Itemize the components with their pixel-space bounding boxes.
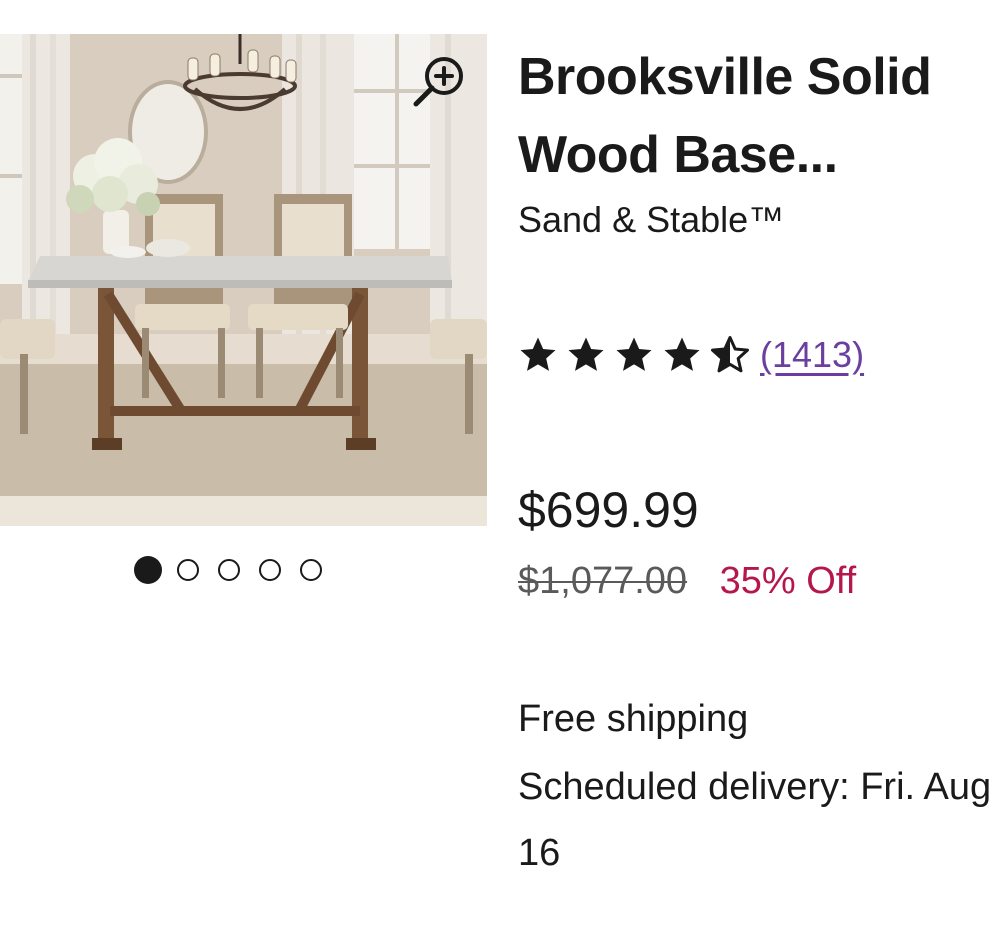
star-full-icon <box>520 337 556 371</box>
discount-badge: 35% Off <box>719 560 857 602</box>
pagination-dot-5[interactable] <box>300 559 322 581</box>
shipping-info: Free shipping <box>518 698 749 740</box>
star-full-icon <box>616 337 652 371</box>
image-pagination <box>134 556 322 584</box>
star-full-icon <box>664 337 700 371</box>
delivery-info: Scheduled delivery: Fri. Aug 16 <box>518 766 992 874</box>
pagination-dot-1[interactable] <box>134 556 162 584</box>
brand-link[interactable]: Sand & Stable™ <box>518 196 784 244</box>
zoom-in-icon <box>413 57 463 107</box>
review-count-link[interactable]: (1413) <box>760 334 864 376</box>
pagination-dot-4[interactable] <box>259 559 281 581</box>
original-price: $1,077.00 <box>518 560 688 602</box>
product-title: Brooksville Solid Wood Base... <box>518 48 932 184</box>
pagination-dot-3[interactable] <box>218 559 240 581</box>
zoom-button[interactable] <box>410 52 470 112</box>
star-rating <box>518 335 750 375</box>
pagination-dot-2[interactable] <box>177 559 199 581</box>
rating-summary[interactable]: (1413) <box>518 330 864 380</box>
sale-price: $699.99 <box>518 482 699 538</box>
price-comparison: $1,077.00 35% Off <box>518 556 856 606</box>
star-half-icon <box>711 336 749 373</box>
star-full-icon <box>568 337 604 371</box>
